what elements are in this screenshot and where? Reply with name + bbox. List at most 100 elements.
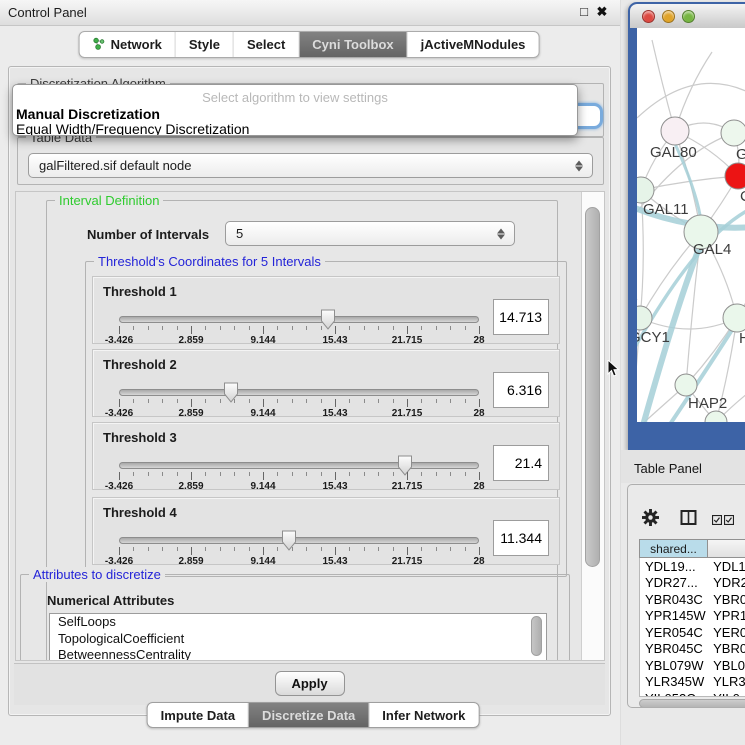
scrollbar-thumb[interactable]: [639, 699, 745, 708]
network-node[interactable]: [723, 304, 745, 332]
split-columns-icon[interactable]: [680, 509, 697, 531]
threshold-1-slider[interactable]: -3.4262.8599.14415.4321.71528: [119, 309, 481, 343]
numerical-attributes-list[interactable]: SelfLoopsTopologicalCoefficientBetweenne…: [49, 613, 547, 661]
scrollbar-thumb[interactable]: [531, 616, 542, 656]
threshold-2-slider[interactable]: -3.4262.8599.14415.4321.71528: [119, 382, 481, 416]
panel-scrollbar[interactable]: [581, 192, 604, 660]
apply-button[interactable]: Apply: [275, 671, 345, 696]
table-cell: YDL1: [708, 559, 745, 574]
numerical-attributes-label: Numerical Attributes: [47, 593, 174, 608]
minimize-window-icon[interactable]: [662, 10, 675, 23]
table-cell: YIL052C: [640, 691, 708, 697]
zoom-window-icon[interactable]: [682, 10, 695, 23]
number-of-intervals-value: 5: [236, 226, 243, 241]
network-graph: GAL80G.CGAL11GAL4GCY1HHAP2: [637, 28, 745, 422]
tab-label: Select: [247, 37, 285, 52]
group-title: Threshold's Coordinates for 5 Intervals: [94, 254, 325, 269]
tab-impute-data[interactable]: Impute Data: [148, 703, 249, 727]
tab-network[interactable]: Network: [80, 32, 176, 57]
algorithm-option-equal-width[interactable]: Equal Width/Frequency Discretization: [13, 122, 577, 136]
threshold-1-label: Threshold 1: [103, 284, 177, 299]
network-node[interactable]: [725, 163, 745, 189]
tab-select[interactable]: Select: [234, 32, 299, 57]
apply-bar: Apply: [14, 663, 605, 705]
network-node-label: GAL80: [650, 144, 697, 161]
slider-track[interactable]: [119, 389, 479, 396]
tab-infer-network[interactable]: Infer Network: [369, 703, 478, 727]
threshold-1-panel: Threshold 1 -3.4262.8599.14415.4321.7152…: [92, 276, 560, 344]
attribute-list-item[interactable]: TopologicalCoefficient: [50, 631, 546, 648]
threshold-3-label: Threshold 3: [103, 430, 177, 445]
table-row[interactable]: YBR043CYBR0: [640, 591, 745, 608]
table-cell: YER0: [708, 625, 745, 640]
slider-track[interactable]: [119, 462, 479, 469]
network-node-label: GCY1: [637, 329, 670, 346]
network-canvas[interactable]: GAL80G.CGAL11GAL4GCY1HHAP2: [637, 28, 745, 422]
tab-style[interactable]: Style: [176, 32, 234, 57]
number-of-intervals-combobox[interactable]: 5: [225, 221, 515, 246]
table-row[interactable]: YDR27...YDR2: [640, 575, 745, 592]
close-window-icon[interactable]: [642, 10, 655, 23]
threshold-4-slider[interactable]: -3.4262.8599.14415.4321.71528: [119, 530, 481, 564]
float-panel-icon[interactable]: □: [576, 4, 592, 19]
table-cell: YBL079W: [640, 658, 708, 673]
table-row[interactable]: YPR145WYPR1: [640, 608, 745, 625]
scrollbar-thumb[interactable]: [585, 207, 600, 567]
threshold-3-value-field[interactable]: [493, 445, 549, 481]
combo-spinner-icon: [575, 159, 584, 172]
table-cell: YPR145W: [640, 608, 708, 623]
attribute-list-item[interactable]: SelfLoops: [50, 614, 546, 631]
table-data-group: Table Data galFiltered.sif default node: [17, 137, 604, 185]
threshold-2-value-field[interactable]: [493, 372, 549, 408]
algorithm-option-manual[interactable]: Manual Discretization: [13, 107, 577, 122]
tab-label: Network: [111, 37, 162, 52]
close-panel-icon[interactable]: ✖: [594, 4, 610, 20]
table-row[interactable]: YDL19...YDL1: [640, 558, 745, 575]
tab-label: Discretize Data: [262, 708, 355, 723]
panel-title: Control Panel: [8, 5, 87, 20]
network-window-titlebar[interactable]: [630, 4, 745, 28]
table-horizontal-scrollbar[interactable]: [639, 699, 745, 708]
network-node-label: C: [740, 188, 745, 205]
attribute-list-item[interactable]: BetweennessCentrality: [50, 647, 546, 661]
threshold-3-slider[interactable]: -3.4262.8599.14415.4321.71528: [119, 455, 481, 489]
table-cell: YBR045C: [640, 641, 708, 656]
table-panel: shared... na YDL19...YDL1YDR27...YDR2YBR…: [627, 484, 745, 708]
slider-track[interactable]: [119, 537, 479, 544]
threshold-coordinates-group: Threshold's Coordinates for 5 Intervals …: [85, 261, 567, 577]
cyni-toolbox-panel: Discretization Algorithm Table Data galF…: [8, 66, 611, 716]
settings-scroll-area: Interval Definition Number of Intervals …: [15, 191, 605, 661]
network-node-label: H: [739, 330, 745, 347]
network-node[interactable]: [661, 117, 689, 145]
table-row[interactable]: YBL079WYBL0: [640, 657, 745, 674]
table-row[interactable]: YLR345WYLR3: [640, 674, 745, 691]
network-view-window: GAL80G.CGAL11GAL4GCY1HHAP2: [628, 2, 745, 450]
checkbox-icon[interactable]: [724, 512, 734, 530]
tab-cyni-toolbox[interactable]: Cyni Toolbox: [299, 32, 407, 57]
tab-jactivemnodules[interactable]: jActiveMNodules: [408, 32, 539, 57]
tab-discretize-data[interactable]: Discretize Data: [249, 703, 369, 727]
slider-tick-labels: -3.4262.8599.14415.4321.71528: [119, 335, 479, 347]
threshold-1-value-field[interactable]: [493, 299, 549, 335]
column-header-shared-name[interactable]: shared...: [639, 539, 708, 558]
table-cell: YLR345W: [640, 674, 708, 689]
tab-label: jActiveMNodules: [421, 37, 526, 52]
gear-icon[interactable]: [642, 509, 659, 531]
threshold-3-panel: Threshold 3 -3.4262.8599.14415.4321.7152…: [92, 422, 560, 490]
table-row[interactable]: YBR045CYBR0: [640, 641, 745, 658]
checkbox-icon[interactable]: [712, 512, 722, 530]
network-node-label: GAL11: [643, 201, 689, 218]
network-node[interactable]: [675, 374, 697, 396]
slider-track[interactable]: [119, 316, 479, 323]
network-node[interactable]: [721, 120, 745, 146]
table-cell: YBL0: [708, 658, 745, 673]
table-row[interactable]: YIL052CYIL0: [640, 690, 745, 697]
table-panel-header: Table Panel: [621, 450, 745, 483]
threshold-4-value-field[interactable]: [493, 520, 549, 556]
network-node[interactable]: [637, 306, 652, 330]
slider-tick-labels: -3.4262.8599.14415.4321.71528: [119, 481, 479, 493]
column-header-name[interactable]: na: [708, 539, 745, 558]
list-scrollbar[interactable]: [531, 616, 544, 658]
table-row[interactable]: YER054CYER0: [640, 624, 745, 641]
table-data-combobox[interactable]: galFiltered.sif default node: [28, 153, 593, 178]
